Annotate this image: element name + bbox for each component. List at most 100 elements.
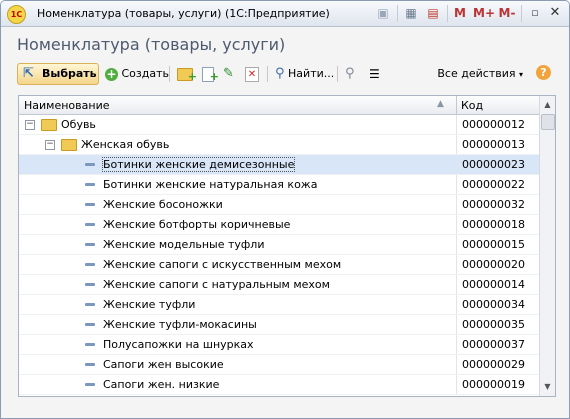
- scroll-down-icon[interactable]: ▼: [540, 380, 555, 394]
- item-icon: [85, 303, 95, 306]
- table-row[interactable]: Женские сапоги с натуральным мехом 000000…: [19, 275, 539, 295]
- item-icon: [85, 283, 95, 286]
- collapse-toggle-icon[interactable]: −: [45, 140, 55, 150]
- item-icon: [85, 263, 95, 266]
- name-cell[interactable]: Сапоги жен высокие: [19, 355, 456, 374]
- page-title: Номенклатура (товары, услуги): [17, 35, 286, 54]
- table-row[interactable]: Ботинки женские демисезонные 000000023: [19, 155, 539, 175]
- table-row[interactable]: Женские ботфорты коричневые 000000018: [19, 215, 539, 235]
- copy-button[interactable]: [202, 65, 219, 86]
- code-cell[interactable]: 000000013: [456, 135, 539, 154]
- delete-mark-icon: ✕: [245, 67, 259, 82]
- table-row[interactable]: Женские модельные туфли 000000015: [19, 235, 539, 255]
- collapse-toggle-icon[interactable]: −: [25, 120, 35, 130]
- row-name: Сапоги жен высокие: [103, 358, 224, 371]
- name-cell[interactable]: Женские туфли-мокасины: [19, 315, 456, 334]
- name-cell[interactable]: Полусапожки на шнурках: [19, 335, 456, 354]
- memory-button[interactable]: M: [453, 5, 467, 21]
- copy-add-icon: [202, 66, 219, 86]
- app-logo-icon[interactable]: 1С: [7, 5, 26, 24]
- list-mode-button[interactable]: ☰: [369, 65, 380, 83]
- vertical-scrollbar[interactable]: ▲ ▼: [539, 96, 555, 396]
- name-cell[interactable]: Женские туфли: [19, 295, 456, 314]
- name-cell[interactable]: Ботинки женские демисезонные: [19, 155, 456, 174]
- row-name: Женские туфли: [103, 298, 196, 311]
- code-cell[interactable]: 000000022: [456, 175, 539, 194]
- scroll-thumb[interactable]: [541, 114, 555, 130]
- name-cell[interactable]: Ботинки женские натуральная кожа: [19, 175, 456, 194]
- code-cell[interactable]: 000000037: [456, 335, 539, 354]
- toolbar: ⇱ Выбрать + Создать ✎ ✕ ⚲ Найти... ⚲: [17, 63, 557, 87]
- code-cell[interactable]: 000000032: [456, 195, 539, 214]
- table-row[interactable]: Женские туфли 000000034: [19, 295, 539, 315]
- item-icon: [85, 343, 95, 346]
- name-cell[interactable]: Женские босоножки: [19, 195, 456, 214]
- create-button[interactable]: + Создать: [105, 65, 169, 83]
- table-row[interactable]: Женские сапоги с искусственным мехом 0000…: [19, 255, 539, 275]
- table-row[interactable]: Сапоги жен высокие 000000029: [19, 355, 539, 375]
- create-button-label: Создать: [121, 67, 170, 80]
- sort-icon[interactable]: ▲: [437, 99, 444, 109]
- title-bar: 1С Номенклатура (товары, услуги) (1С:Пре…: [1, 1, 569, 27]
- code-cell[interactable]: 000000019: [456, 375, 539, 394]
- folder-icon: [41, 119, 57, 131]
- table-row[interactable]: Женские босоножки 000000032: [19, 195, 539, 215]
- calendar-icon[interactable]: ▤: [425, 5, 441, 21]
- name-cell[interactable]: Женские ботфорты коричневые: [19, 215, 456, 234]
- code-cell[interactable]: 000000023: [456, 155, 539, 174]
- name-cell[interactable]: − Женская обувь: [19, 135, 456, 154]
- name-cell[interactable]: Женские модельные туфли: [19, 235, 456, 254]
- select-button[interactable]: ⇱ Выбрать: [17, 63, 99, 85]
- calculator-icon[interactable]: ▦: [403, 5, 419, 21]
- code-cell[interactable]: 000000035: [456, 315, 539, 334]
- row-name: Женские сапоги с искусственным мехом: [103, 258, 342, 271]
- table-row[interactable]: Ботинки женские натуральная кожа 00000002…: [19, 175, 539, 195]
- code-cell[interactable]: 000000015: [456, 235, 539, 254]
- delete-button[interactable]: ✕: [245, 65, 259, 83]
- code-cell[interactable]: 000000034: [456, 295, 539, 314]
- code-cell[interactable]: 000000020: [456, 255, 539, 274]
- code-cell[interactable]: 000000018: [456, 215, 539, 234]
- row-name: Женская обувь: [81, 138, 170, 151]
- create-plus-icon: +: [105, 66, 118, 81]
- table-row[interactable]: Полусапожки на шнурках 000000037: [19, 335, 539, 355]
- row-name: Ботинки женские натуральная кожа: [103, 178, 318, 191]
- column-header-code[interactable]: Код: [461, 99, 483, 112]
- edit-button[interactable]: ✎: [223, 65, 234, 83]
- save-icon[interactable]: ▣: [375, 5, 391, 21]
- item-icon: [85, 203, 95, 206]
- window-title: Номенклатура (товары, услуги) (1С:Предпр…: [37, 7, 330, 20]
- table-row[interactable]: Женские туфли-мокасины 000000035: [19, 315, 539, 335]
- memory-minus-button[interactable]: M-: [498, 5, 516, 21]
- close-icon[interactable]: ✕: [547, 5, 563, 21]
- create-group-button[interactable]: [177, 65, 197, 86]
- code-cell[interactable]: 000000014: [456, 275, 539, 294]
- code-cell[interactable]: 000000012: [456, 115, 539, 134]
- select-button-label: Выбрать: [42, 67, 97, 80]
- name-cell[interactable]: Женские сапоги с натуральным мехом: [19, 275, 456, 294]
- column-header-name[interactable]: Наименование: [24, 99, 109, 112]
- row-name: Женские туфли-мокасины: [103, 318, 257, 331]
- scroll-up-icon[interactable]: ▲: [540, 98, 555, 112]
- name-cell[interactable]: Сапоги жен. низкие: [19, 375, 456, 394]
- row-name: Женские босоножки: [103, 198, 223, 211]
- table-row[interactable]: − Женская обувь 000000013: [19, 135, 539, 155]
- name-cell[interactable]: Женские сапоги с искусственным мехом: [19, 255, 456, 274]
- all-actions-menu[interactable]: Все действия ▾: [437, 65, 523, 83]
- table-row[interactable]: Сапоги жен. низкие 000000019: [19, 375, 539, 395]
- magnifier-icon: ⚲: [275, 66, 285, 81]
- cancel-search-button[interactable]: ⚲: [345, 65, 355, 83]
- item-icon: [85, 383, 95, 386]
- minimize-icon[interactable]: ▫: [527, 5, 543, 21]
- row-name: Обувь: [61, 118, 96, 131]
- name-cell[interactable]: − Обувь: [19, 115, 456, 134]
- code-cell[interactable]: 000000029: [456, 355, 539, 374]
- table-row[interactable]: − Обувь 000000012: [19, 115, 539, 135]
- row-name: Ботинки женские демисезонные: [101, 157, 296, 172]
- find-button[interactable]: ⚲ Найти...: [275, 65, 334, 83]
- item-icon: [85, 223, 95, 226]
- help-button[interactable]: ?: [536, 65, 551, 80]
- memory-plus-button[interactable]: M+: [473, 5, 495, 21]
- find-button-label: Найти...: [288, 67, 335, 80]
- row-name: Женские модельные туфли: [103, 238, 265, 251]
